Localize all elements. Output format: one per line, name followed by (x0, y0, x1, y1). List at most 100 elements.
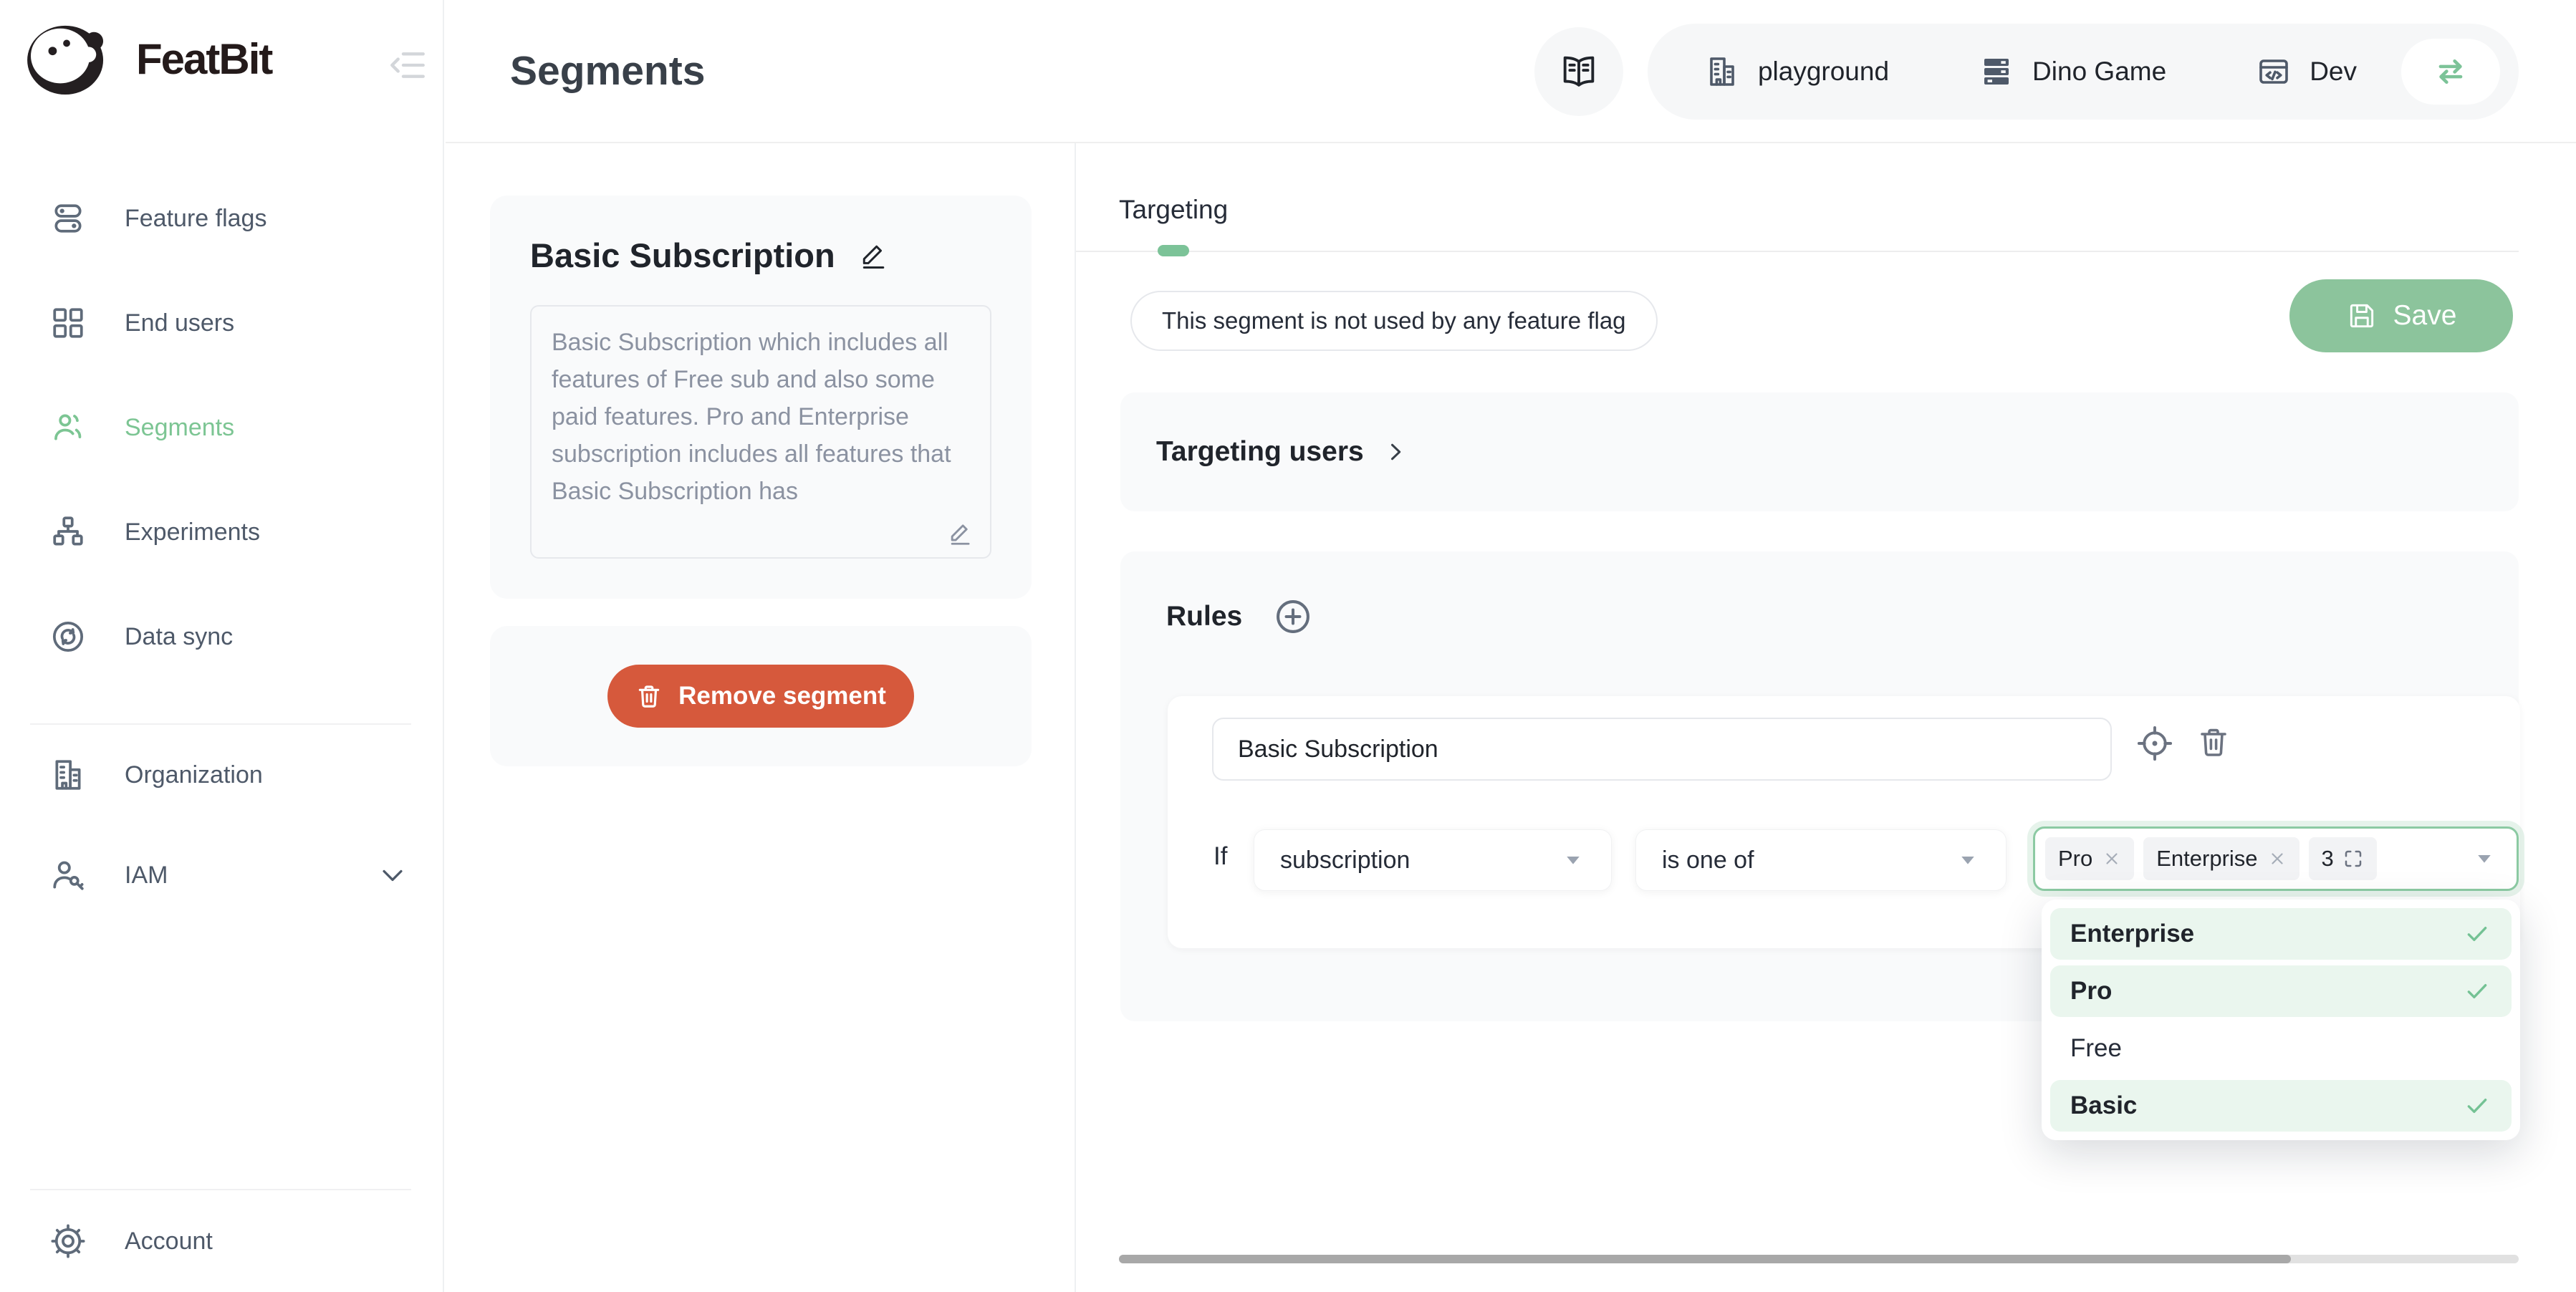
header-controls: playground Dino Game Dev (1534, 24, 2519, 120)
brand-logo[interactable]: FeatBit (21, 21, 271, 96)
sidebar-item-segments[interactable]: Segments (0, 375, 443, 480)
sidebar-item-label: IAM (125, 862, 168, 890)
expand-icon[interactable] (2342, 848, 2364, 869)
book-icon (1558, 51, 1600, 92)
sidebar: FeatBit Feature flags End users Segments… (0, 0, 444, 1292)
remove-segment-card: Remove segment (490, 626, 1032, 766)
edit-description-icon[interactable] (947, 520, 974, 547)
targeting-users-section[interactable]: Targeting users (1120, 392, 2519, 511)
page-title: Segments (510, 47, 705, 95)
org-switcher[interactable]: playground (1705, 54, 1889, 89)
environment-switcher[interactable]: Dev (2257, 54, 2357, 89)
sidebar-nav: Feature flags End users Segments Experim… (0, 166, 443, 925)
sidebar-item-feature-flags[interactable]: Feature flags (0, 166, 443, 271)
tab-targeting[interactable]: Targeting (1119, 195, 1228, 225)
featbit-app: FeatBit Feature flags End users Segments… (0, 0, 2576, 1292)
property-value: subscription (1280, 847, 1410, 874)
panda-logo-icon (21, 21, 115, 96)
sidebar-item-data-sync[interactable]: Data sync (0, 584, 443, 689)
chevron-down-icon (377, 859, 408, 891)
option-label: Pro (2070, 977, 2112, 1006)
sidebar-item-iam[interactable]: IAM (0, 825, 443, 925)
sidebar-item-label: Experiments (125, 519, 260, 546)
close-icon[interactable] (2268, 849, 2287, 868)
edit-name-icon[interactable] (858, 240, 890, 271)
docs-button[interactable] (1534, 27, 1623, 116)
if-label: If (1213, 842, 1227, 871)
building-icon (1705, 54, 1739, 89)
close-icon[interactable] (2102, 849, 2121, 868)
segment-description-box[interactable]: Basic Subscription which includes all fe… (530, 305, 991, 559)
remove-segment-button[interactable]: Remove segment (607, 665, 914, 728)
end-users-icon (50, 305, 86, 341)
sidebar-item-end-users[interactable]: End users (0, 271, 443, 375)
active-tab-indicator (1158, 245, 1189, 256)
targeting-panel: Targeting This segment is not used by an… (1076, 143, 2576, 1292)
delete-rule-icon[interactable] (2196, 725, 2231, 759)
project-name: Dino Game (2032, 57, 2166, 87)
sidebar-item-label: Account (125, 1228, 213, 1255)
project-switcher[interactable]: Dino Game (1979, 54, 2166, 89)
count-label: 3 (2322, 846, 2334, 872)
property-select[interactable]: subscription (1254, 829, 1612, 891)
environment-name: Dev (2310, 57, 2357, 87)
values-dropdown-menu: Enterprise Pro Free Basic (2042, 900, 2520, 1140)
sidebar-footer: Account (0, 1189, 443, 1292)
value-tag-enterprise: Enterprise (2143, 837, 2299, 880)
brand-name: FeatBit (136, 34, 271, 84)
rules-header: Rules (1166, 597, 1312, 636)
option-basic[interactable]: Basic (2050, 1080, 2512, 1132)
option-label: Free (2070, 1034, 2122, 1063)
value-tag-pro: Pro (2045, 837, 2134, 880)
scrollbar-thumb[interactable] (1119, 1255, 2291, 1263)
caret-down-icon (2472, 848, 2496, 869)
sidebar-item-experiments[interactable]: Experiments (0, 480, 443, 584)
option-label: Enterprise (2070, 920, 2194, 948)
option-pro[interactable]: Pro (2050, 965, 2512, 1017)
switch-env-button[interactable] (2401, 39, 2500, 105)
add-rule-icon[interactable] (1274, 597, 1312, 636)
value-count-tag: 3 (2309, 837, 2377, 880)
save-icon (2346, 300, 2378, 332)
feature-flags-icon (50, 201, 86, 236)
sidebar-item-organization[interactable]: Organization (0, 725, 443, 825)
segment-info-card: Basic Subscription Basic Subscription wh… (490, 196, 1032, 599)
organization-icon (50, 757, 86, 793)
values-multiselect[interactable]: Pro Enterprise 3 (2033, 826, 2519, 891)
sidebar-item-label: End users (125, 309, 234, 337)
crosshair-icon[interactable] (2136, 725, 2173, 762)
experiments-icon (50, 514, 86, 550)
page-header: Segments playground Dino Game (446, 0, 2576, 143)
save-button[interactable]: Save (2289, 279, 2513, 352)
sidebar-collapse-icon[interactable] (387, 44, 428, 86)
horizontal-scrollbar[interactable] (1119, 1255, 2519, 1263)
trash-icon (635, 683, 663, 710)
segment-name: Basic Subscription (530, 236, 835, 275)
gear-icon (50, 1223, 86, 1259)
sidebar-item-label: Organization (125, 761, 263, 789)
sidebar-item-label: Data sync (125, 623, 233, 651)
check-icon (2463, 920, 2491, 948)
sidebar-item-account[interactable]: Account (0, 1190, 443, 1292)
sidebar-item-label: Segments (125, 414, 234, 442)
option-label: Basic (2070, 1091, 2137, 1120)
targeting-users-label: Targeting users (1156, 436, 1364, 468)
check-icon (2463, 977, 2491, 1006)
rules-title: Rules (1166, 601, 1242, 632)
caret-down-icon (1561, 849, 1585, 871)
code-window-icon (2257, 54, 2291, 89)
segment-title-row: Basic Subscription (530, 236, 991, 275)
operator-select[interactable]: is one of (1635, 829, 2007, 891)
sidebar-item-label: Feature flags (125, 205, 266, 233)
segments-icon (50, 410, 86, 445)
check-icon (2463, 1091, 2491, 1120)
org-name: playground (1758, 57, 1889, 87)
env-switcher: playground Dino Game Dev (1648, 24, 2519, 120)
option-free[interactable]: Free (2050, 1023, 2512, 1074)
option-enterprise[interactable]: Enterprise (2050, 908, 2512, 960)
save-label: Save (2393, 300, 2457, 332)
segment-detail-panel: Basic Subscription Basic Subscription wh… (446, 143, 1076, 1292)
flag-usage-note: This segment is not used by any feature … (1130, 291, 1658, 351)
rule-name-input[interactable] (1212, 718, 2112, 781)
tab-divider (1076, 251, 2519, 252)
